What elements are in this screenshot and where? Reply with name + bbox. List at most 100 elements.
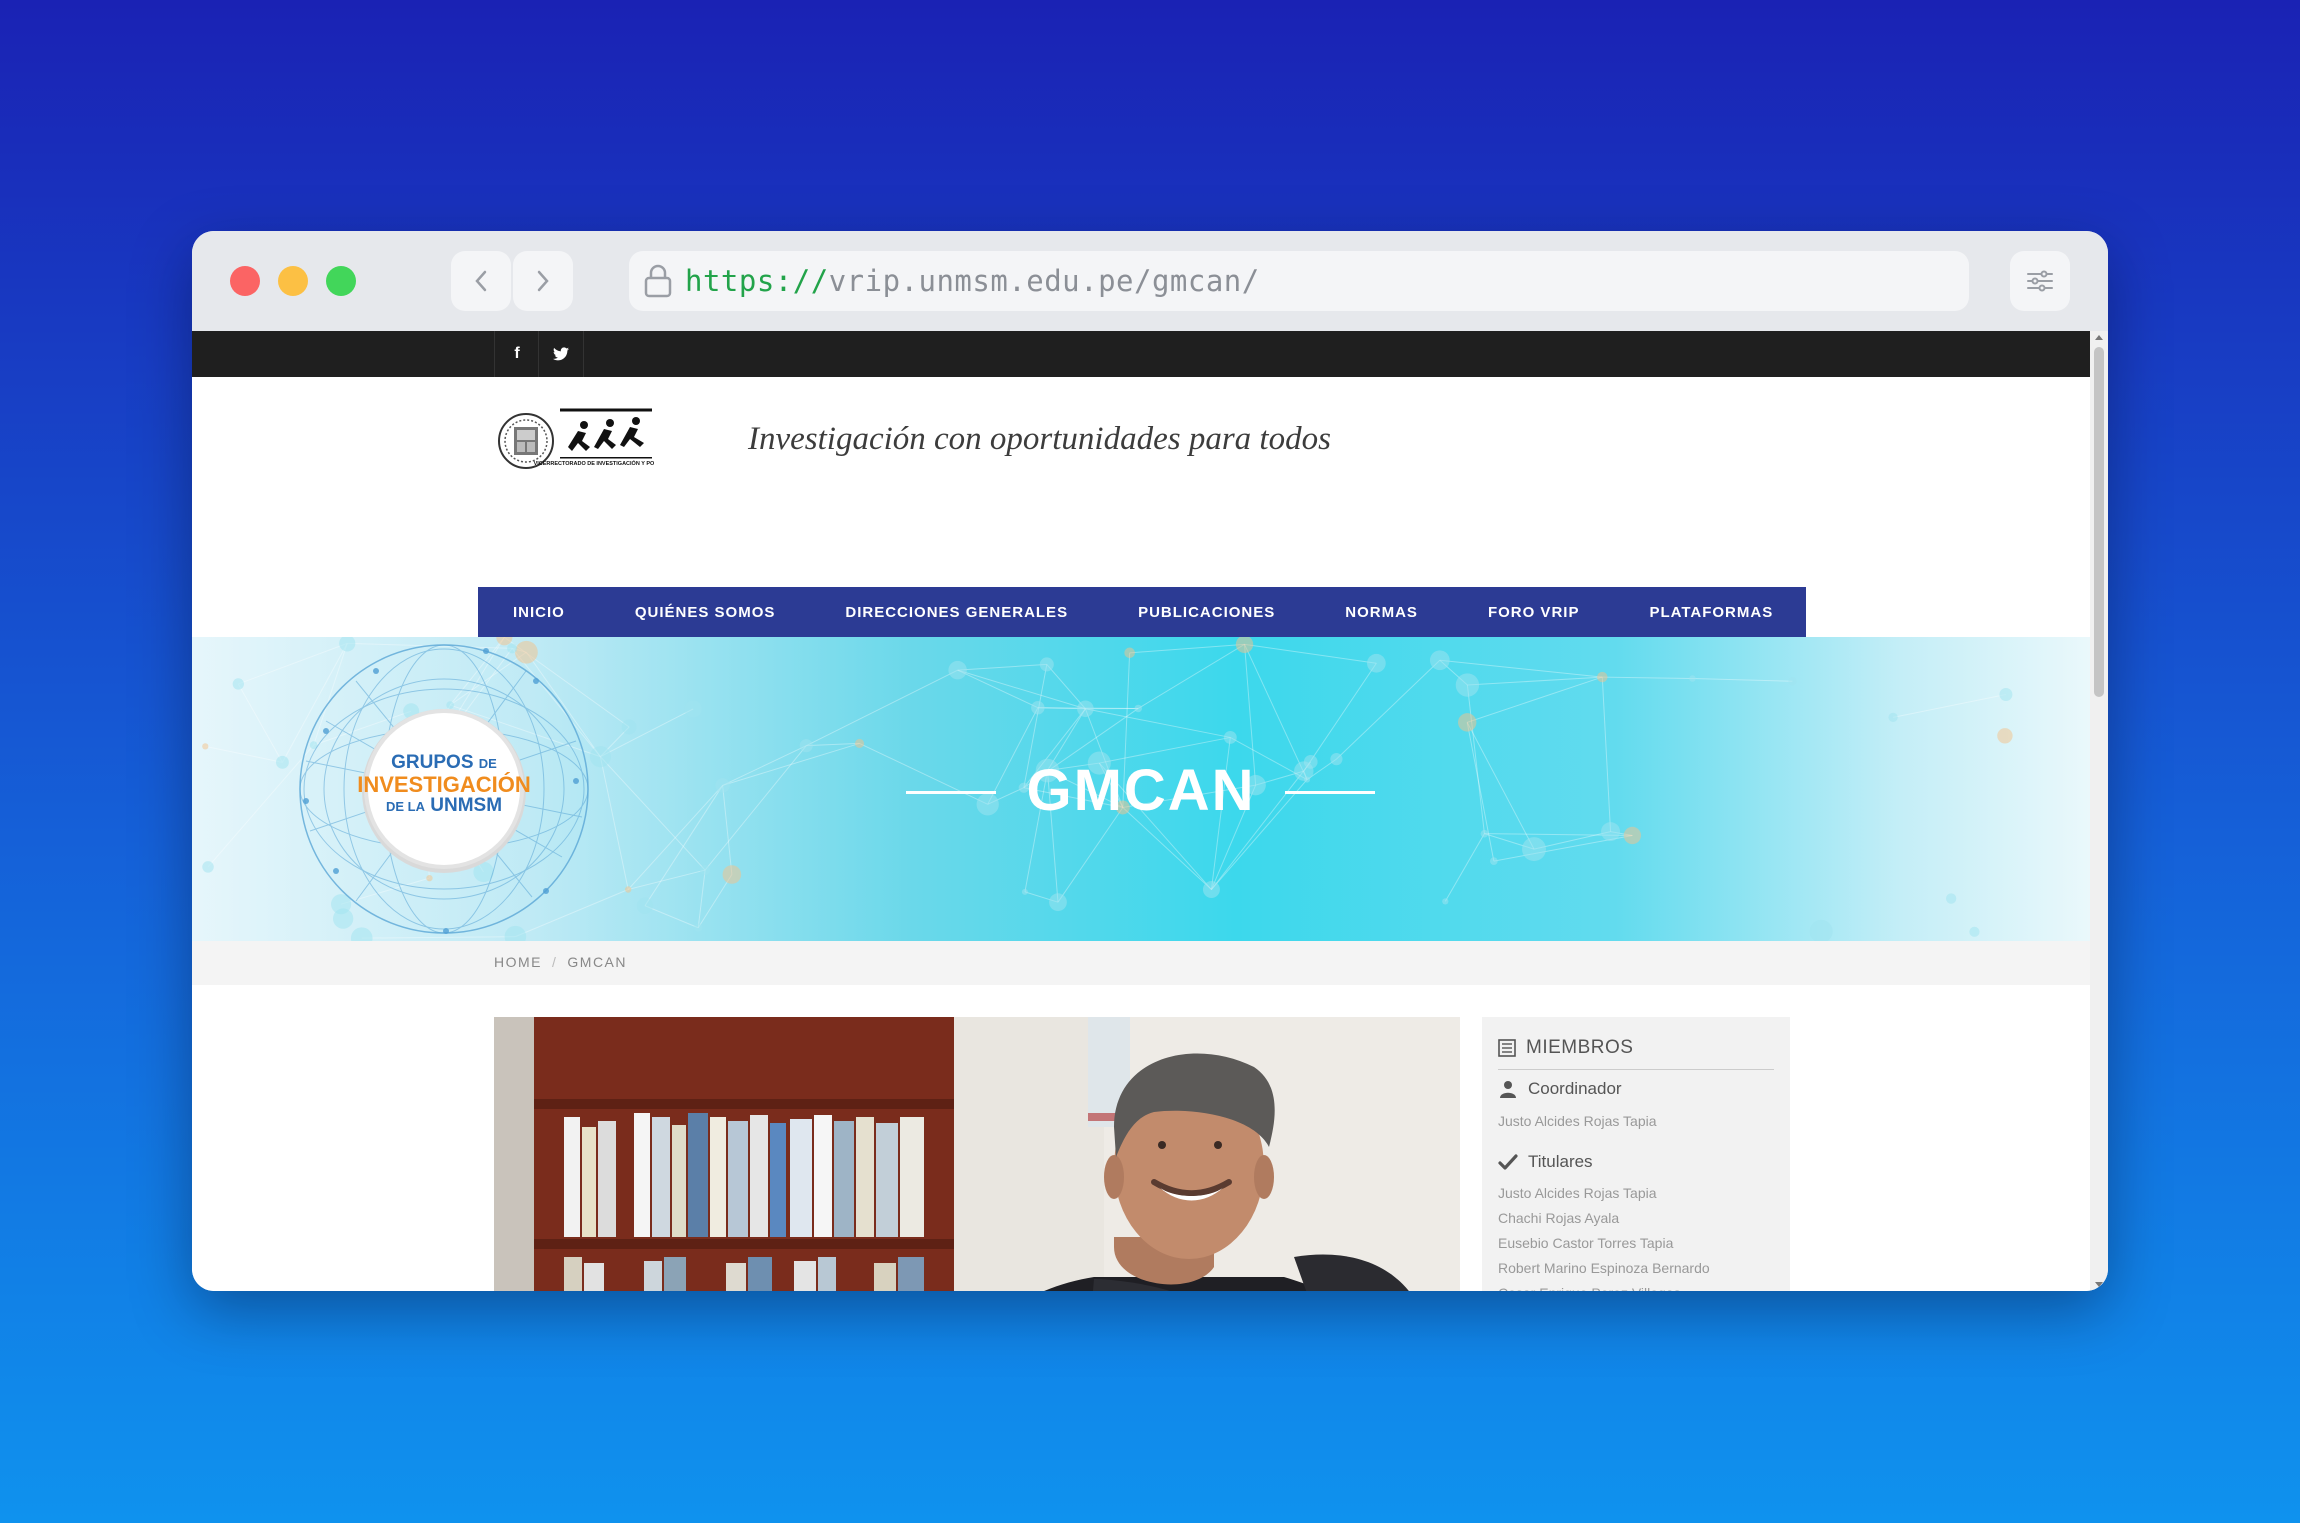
chevron-left-icon: [475, 270, 487, 292]
network-node: [1134, 704, 1143, 713]
carousel-image: [494, 1017, 1460, 1291]
breadcrumb-separator: /: [552, 954, 558, 970]
members-title: MIEMBROS: [1526, 1037, 1634, 1058]
network-node: [1888, 712, 1898, 723]
site-header: VICERRECTORADO DE INVESTIGACIÓN Y POSGRA…: [192, 377, 2090, 487]
network-node: [1429, 650, 1450, 671]
network-link: [1602, 676, 1693, 680]
network-node: [1457, 713, 1477, 732]
twitter-link[interactable]: [538, 331, 584, 377]
breadcrumb: HOME / GMCAN: [192, 941, 2090, 985]
scroll-up-arrow[interactable]: [2095, 335, 2103, 340]
members-panel: MIEMBROS Coordinador Justo Alcides Rojas…: [1482, 1017, 1790, 1291]
member-name: Eusebio Castor Torres Tapia: [1498, 1235, 1674, 1251]
page-viewport: f VICERRECTORADO DE INVESTIGACIÓN Y PO I…: [192, 331, 2090, 1291]
network-node: [1077, 700, 1094, 718]
network-link: [1046, 664, 1086, 710]
nav-item-foro-vrip[interactable]: FORO VRIP: [1453, 604, 1615, 621]
title-rule-right: [1285, 791, 1375, 794]
network-node: [1689, 675, 1696, 682]
site-tagline: Investigación con oportunidades para tod…: [748, 421, 1331, 457]
nav-item-normas[interactable]: NORMAS: [1310, 604, 1453, 621]
settings-button[interactable]: [2010, 251, 2070, 311]
network-node: [621, 719, 637, 735]
minimize-window-button[interactable]: [278, 266, 308, 296]
main-nav: INICIO QUIÉNES SOMOS DIRECCIONES GENERALES…: [478, 587, 1806, 637]
scroll-down-arrow[interactable]: [2095, 1282, 2103, 1287]
network-node: [1489, 857, 1498, 865]
network-node: [684, 700, 702, 718]
network-node: [636, 897, 654, 914]
network-link: [957, 663, 1047, 671]
nav-item-inicio[interactable]: INICIO: [478, 604, 600, 621]
check-icon: [1498, 1154, 1518, 1170]
sliders-icon: [2027, 270, 2053, 292]
network-node: [694, 923, 703, 932]
user-icon: [1500, 1081, 1516, 1098]
network-link: [957, 669, 1039, 709]
list-icon: [1498, 1039, 1516, 1057]
network-node: [1202, 881, 1220, 899]
nav-item-qui-nes-somos[interactable]: QUIÉNES SOMOS: [600, 604, 811, 621]
facebook-icon: f: [514, 345, 520, 362]
network-node: [1969, 926, 1980, 937]
lock-icon: [644, 264, 672, 298]
maximize-window-button[interactable]: [326, 266, 356, 296]
page-banner: GRUPOS DE INVESTIGACIÓN DE LA UNMSM GMCA…: [192, 637, 2090, 941]
breadcrumb-home-link[interactable]: HOME: [494, 954, 542, 970]
network-link: [1085, 708, 1231, 738]
page-title: GMCAN: [1026, 758, 1256, 823]
network-link: [1244, 643, 1377, 664]
network-link: [957, 669, 1086, 710]
breadcrumb-current: GMCAN: [567, 954, 628, 970]
close-window-button[interactable]: [230, 266, 260, 296]
network-link: [806, 742, 860, 747]
titulares-heading: Titulares: [1498, 1152, 1593, 1172]
network-node: [1788, 677, 1797, 686]
social-topbar: f: [192, 331, 2090, 377]
unmsm-seal-icon: [498, 413, 554, 469]
network-node: [1999, 688, 2013, 701]
network-link: [1444, 833, 1485, 902]
network-node: [854, 738, 865, 748]
network-node: [1049, 893, 1067, 912]
scrollbar-thumb[interactable]: [2094, 347, 2104, 697]
twitter-icon: [553, 347, 569, 361]
network-node: [1124, 647, 1135, 659]
vrip-logo[interactable]: VICERRECTORADO DE INVESTIGACIÓN Y POSGRA…: [498, 407, 654, 475]
network-link: [1129, 643, 1245, 654]
coordinator-list: Justo Alcides Rojas Tapia: [1498, 1109, 1657, 1134]
network-node: [625, 886, 632, 893]
address-bar[interactable]: https://vrip.unmsm.edu.pe/gmcan/: [629, 251, 1969, 311]
member-name: Cesar Enrique Perez Villegas: [1498, 1281, 1710, 1291]
network-link: [1892, 694, 2007, 718]
network-node: [1021, 888, 1028, 895]
network-node: [1480, 829, 1489, 838]
network-node: [1235, 637, 1254, 654]
network-node: [1455, 673, 1480, 697]
network-link: [644, 905, 699, 929]
member-name: Robert Marino Espinoza Bernardo: [1498, 1260, 1710, 1276]
network-node: [1442, 898, 1449, 905]
network-node: [722, 865, 742, 884]
chevron-right-icon: [537, 270, 549, 292]
network-node: [1946, 893, 1957, 904]
url-host-path: vrip.unmsm.edu.pe/gmcan/: [828, 264, 1260, 298]
member-name: Justo Alcides Rojas Tapia: [1498, 1185, 1657, 1201]
member-name: Justo Alcides Rojas Tapia: [1498, 1113, 1657, 1129]
nav-item-publicaciones[interactable]: PUBLICACIONES: [1103, 604, 1310, 621]
nav-item-direcciones-generales[interactable]: DIRECCIONES GENERALES: [810, 604, 1103, 621]
network-node: [1597, 671, 1608, 683]
forward-button[interactable]: [513, 251, 573, 311]
url-text: https://vrip.unmsm.edu.pe/gmcan/: [685, 264, 1260, 298]
back-button[interactable]: [451, 251, 511, 311]
network-node: [1031, 700, 1045, 715]
nav-item-plataformas[interactable]: PLATAFORMAS: [1614, 604, 1808, 621]
browser-window: https://vrip.unmsm.edu.pe/gmcan/ f VICER…: [192, 231, 2108, 1291]
facebook-link[interactable]: f: [494, 331, 539, 377]
page-scrollbar[interactable]: [2090, 331, 2108, 1291]
network-node: [1809, 919, 1833, 941]
network-link: [237, 683, 283, 763]
coordinator-heading: Coordinador: [1498, 1079, 1622, 1099]
url-scheme: https://: [685, 264, 829, 298]
